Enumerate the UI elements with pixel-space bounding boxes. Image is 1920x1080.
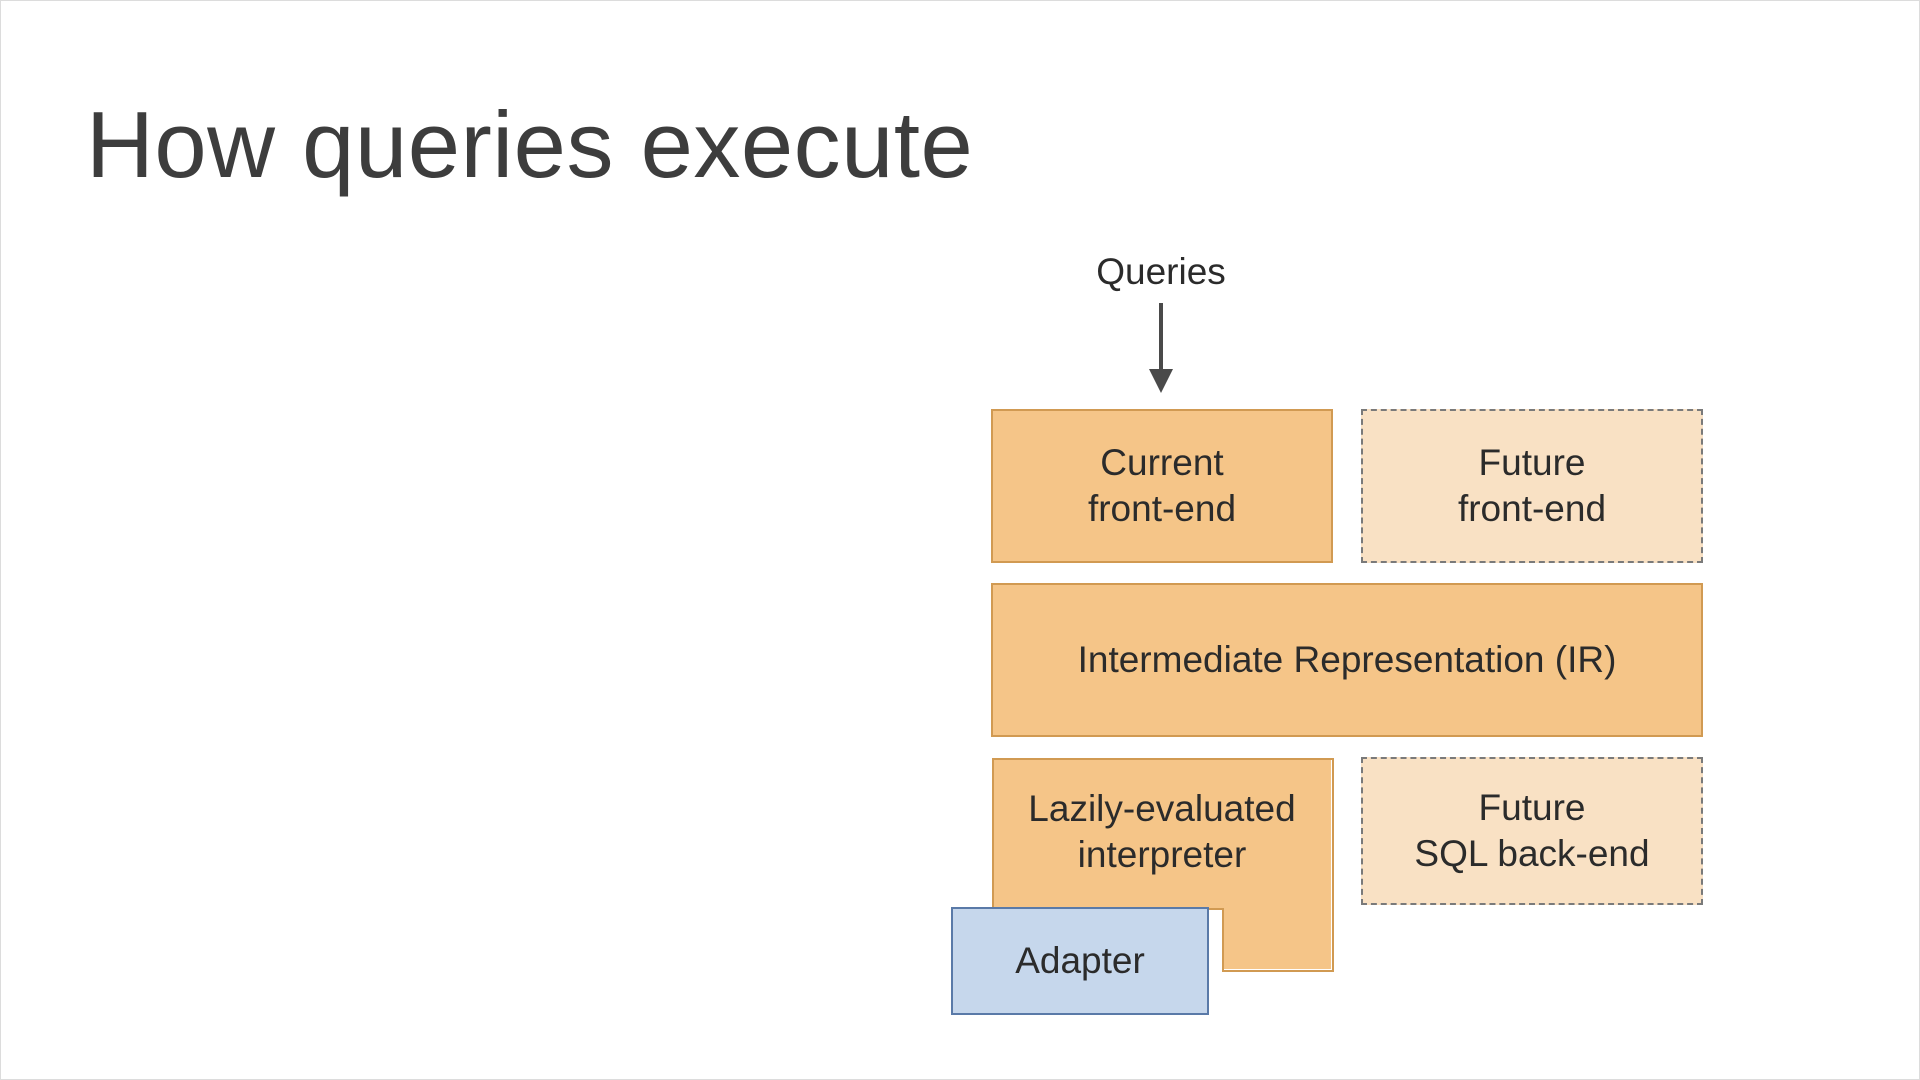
box-future-frontend: Future front-end: [1361, 409, 1703, 563]
box-ir-label: Intermediate Representation (IR): [1078, 637, 1617, 683]
box-future-sql: Future SQL back-end: [1361, 757, 1703, 905]
box-ir: Intermediate Representation (IR): [991, 583, 1703, 737]
arrow-down-icon: [1141, 303, 1181, 393]
slide: How queries execute Queries Current fron…: [0, 0, 1920, 1080]
box-future-frontend-label: Future front-end: [1458, 440, 1606, 533]
box-current-frontend-label: Current front-end: [1088, 440, 1236, 533]
queries-label: Queries: [1061, 251, 1261, 293]
box-adapter: Adapter: [951, 907, 1209, 1015]
box-adapter-label: Adapter: [1015, 938, 1145, 984]
box-future-sql-label: Future SQL back-end: [1414, 785, 1649, 878]
box-current-frontend: Current front-end: [991, 409, 1333, 563]
slide-title: How queries execute: [86, 91, 973, 199]
